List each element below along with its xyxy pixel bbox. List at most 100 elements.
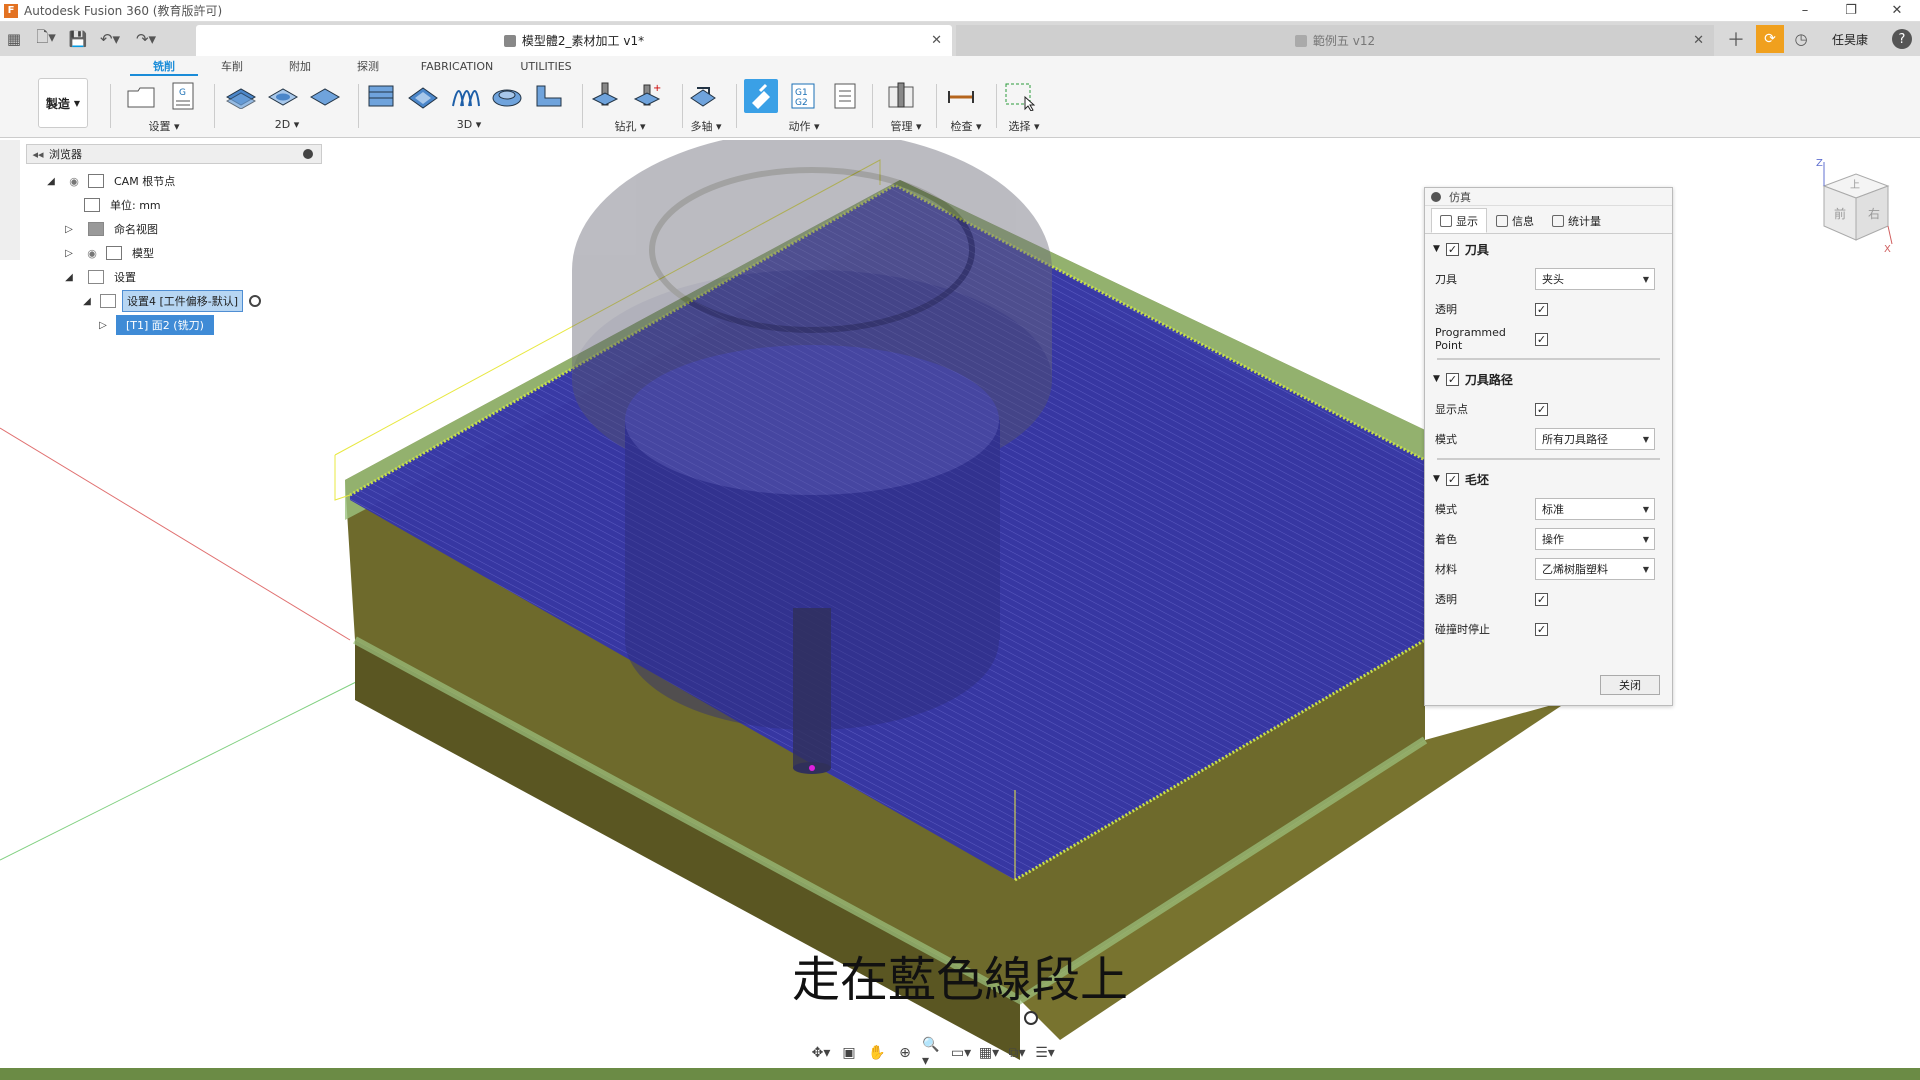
- zoom-window-icon[interactable]: 🔍▾: [922, 1037, 944, 1069]
- stop-on-collision-checkbox[interactable]: ✓: [1535, 622, 1548, 636]
- tree-item-setup4[interactable]: ◢ 设置4 [工件偏移-默认]: [80, 290, 262, 312]
- tab-info[interactable]: 信息: [1487, 208, 1543, 233]
- minimize-button[interactable]: –: [1782, 0, 1828, 22]
- collapse-triangle-icon[interactable]: ▼: [1433, 474, 1440, 484]
- zoom-icon[interactable]: ⊕: [894, 1042, 916, 1064]
- undo-icon[interactable]: ↶▾: [92, 25, 128, 53]
- post-process-icon[interactable]: G1 G2: [786, 79, 820, 113]
- stock-transparent-checkbox[interactable]: ✓: [1535, 592, 1548, 606]
- tab-utilities[interactable]: UTILITIES: [512, 58, 580, 76]
- workspace-switcher-button[interactable]: 製造 ▼: [38, 78, 88, 128]
- grid-icon[interactable]: ▦▾: [978, 1042, 1000, 1064]
- stock-material-select[interactable]: 乙烯树脂塑料 ▼: [1535, 558, 1655, 580]
- nc-program-icon[interactable]: G: [166, 79, 200, 113]
- collapse-triangle-icon[interactable]: ◢: [44, 176, 58, 187]
- tree-item-setups[interactable]: ◢ 设置: [62, 266, 140, 288]
- simulate-icon[interactable]: [744, 79, 778, 113]
- tab-turning[interactable]: 车削: [198, 58, 266, 76]
- programmed-point-checkbox[interactable]: ✓: [1535, 332, 1548, 346]
- visibility-eye-icon[interactable]: ◉: [66, 175, 82, 188]
- setup-sheet-icon[interactable]: [828, 79, 862, 113]
- collapse-browser-icon[interactable]: ◂◂: [27, 148, 49, 161]
- select-box-icon[interactable]: [1002, 79, 1036, 113]
- stock-mode-select[interactable]: 标准 ▼: [1535, 498, 1655, 520]
- collapse-triangle-icon[interactable]: ◢: [62, 272, 76, 283]
- collapse-triangle-icon[interactable]: ◢: [80, 296, 94, 307]
- tree-item-operation[interactable]: ▷ [T1] 面2 (铣刀): [96, 314, 214, 336]
- tab-additive[interactable]: 附加: [266, 58, 334, 76]
- orbit-icon[interactable]: ✥▾: [810, 1042, 832, 1064]
- tree-item-model[interactable]: ▷ ◉ 模型: [62, 242, 158, 264]
- save-icon[interactable]: 💾: [64, 25, 92, 53]
- viewports-icon[interactable]: ⧉▾: [1006, 1042, 1028, 1064]
- collapse-triangle-icon[interactable]: ▼: [1433, 244, 1440, 254]
- tool-transparent-checkbox[interactable]: ✓: [1535, 302, 1548, 316]
- stock-color-select[interactable]: 操作 ▼: [1535, 528, 1655, 550]
- measure-icon[interactable]: [944, 79, 978, 113]
- stock-section-header[interactable]: ▼ ✓ 毛坯: [1425, 464, 1672, 494]
- tool-section-checkbox[interactable]: ✓: [1445, 242, 1459, 256]
- toolpath-section-checkbox[interactable]: ✓: [1445, 372, 1459, 386]
- collapse-panel-icon[interactable]: [1431, 191, 1441, 202]
- 2d-adaptive-icon[interactable]: [224, 79, 258, 113]
- tool-select[interactable]: 夹头 ▼: [1535, 268, 1655, 290]
- tab-statistics[interactable]: 统计量: [1543, 208, 1610, 233]
- close-tab-icon[interactable]: ✕: [1693, 33, 1704, 48]
- help-icon[interactable]: ?: [1892, 29, 1912, 49]
- tab-milling[interactable]: 铣削: [130, 58, 198, 76]
- scallop-icon[interactable]: [532, 79, 566, 113]
- multi-axis-icon[interactable]: [686, 79, 720, 113]
- environment-icon[interactable]: ☰▾: [1034, 1042, 1056, 1064]
- toolpath-section-header[interactable]: ▼ ✓ 刀具路径: [1425, 364, 1672, 394]
- close-tab-icon[interactable]: ✕: [931, 33, 942, 48]
- show-points-checkbox[interactable]: ✓: [1535, 402, 1548, 416]
- tab-probing[interactable]: 探测: [334, 58, 402, 76]
- close-window-button[interactable]: ✕: [1874, 0, 1920, 22]
- tree-item-named-views[interactable]: ▷ 命名视图: [62, 218, 162, 240]
- setup-folder-icon[interactable]: [124, 79, 158, 113]
- stock-section-checkbox[interactable]: ✓: [1445, 472, 1459, 486]
- history-clock-icon[interactable]: ◷: [1790, 30, 1812, 48]
- file-menu-icon[interactable]: 🗋▾: [28, 25, 64, 53]
- look-at-icon[interactable]: ▣: [838, 1042, 860, 1064]
- face-icon[interactable]: [308, 79, 342, 113]
- display-settings-icon[interactable]: ▭▾: [950, 1042, 972, 1064]
- visibility-eye-icon[interactable]: ◉: [84, 247, 100, 260]
- tree-item-units[interactable]: 单位: mm: [78, 194, 165, 216]
- expand-triangle-icon[interactable]: ▷: [62, 248, 76, 259]
- close-simulation-button[interactable]: 关闭: [1600, 675, 1660, 695]
- expand-triangle-icon[interactable]: ▷: [96, 320, 110, 331]
- collapse-triangle-icon[interactable]: ▼: [1433, 374, 1440, 384]
- 3d-group[interactable]: 3D ▾: [364, 78, 574, 136]
- tool-section-header[interactable]: ▼ ✓ 刀具: [1425, 234, 1672, 264]
- drilling-group[interactable]: + 钻孔 ▾: [588, 78, 672, 136]
- browser-pin-icon[interactable]: [303, 149, 313, 159]
- inspect-group[interactable]: 检查 ▾: [944, 78, 988, 136]
- contour-icon[interactable]: [490, 79, 524, 113]
- job-status-icon[interactable]: ⟳: [1755, 25, 1784, 53]
- actions-group[interactable]: G1 G2 动作 ▾: [744, 78, 864, 136]
- parallel-icon[interactable]: [448, 79, 482, 113]
- toolpath-mode-select[interactable]: 所有刀具路径 ▼: [1535, 428, 1655, 450]
- drill-icon[interactable]: [588, 79, 622, 113]
- manage-group[interactable]: 管理 ▾: [884, 78, 928, 136]
- user-name[interactable]: 任昊康: [1832, 31, 1868, 48]
- document-tab-active[interactable]: 模型體2_素材加工 v1* ✕: [196, 25, 952, 56]
- 2d-group[interactable]: 2D ▾: [224, 78, 350, 136]
- pocket-clearing-icon[interactable]: [406, 79, 440, 113]
- thread-icon[interactable]: +: [630, 79, 664, 113]
- browser-header[interactable]: ◂◂ 浏览器: [26, 144, 322, 164]
- restore-button[interactable]: ❐: [1828, 0, 1874, 22]
- redo-icon[interactable]: ↷▾: [128, 25, 164, 53]
- 2d-pocket-icon[interactable]: [266, 79, 300, 113]
- select-group[interactable]: 选择 ▾: [1002, 78, 1046, 136]
- active-setup-icon[interactable]: [249, 295, 262, 307]
- setup-group[interactable]: G 设置 ▾: [124, 78, 204, 136]
- pan-icon[interactable]: ✋: [866, 1042, 888, 1064]
- document-tab-inactive[interactable]: 範例五 v12 ✕: [956, 25, 1714, 56]
- viewcube[interactable]: 上 前 右 Z X: [1806, 156, 1896, 256]
- tool-library-icon[interactable]: [884, 79, 918, 113]
- tab-fabrication[interactable]: FABRICATION: [402, 58, 512, 76]
- expand-triangle-icon[interactable]: ▷: [62, 224, 76, 235]
- tree-item-cam-root[interactable]: ◢ ◉ CAM 根节点: [44, 170, 179, 192]
